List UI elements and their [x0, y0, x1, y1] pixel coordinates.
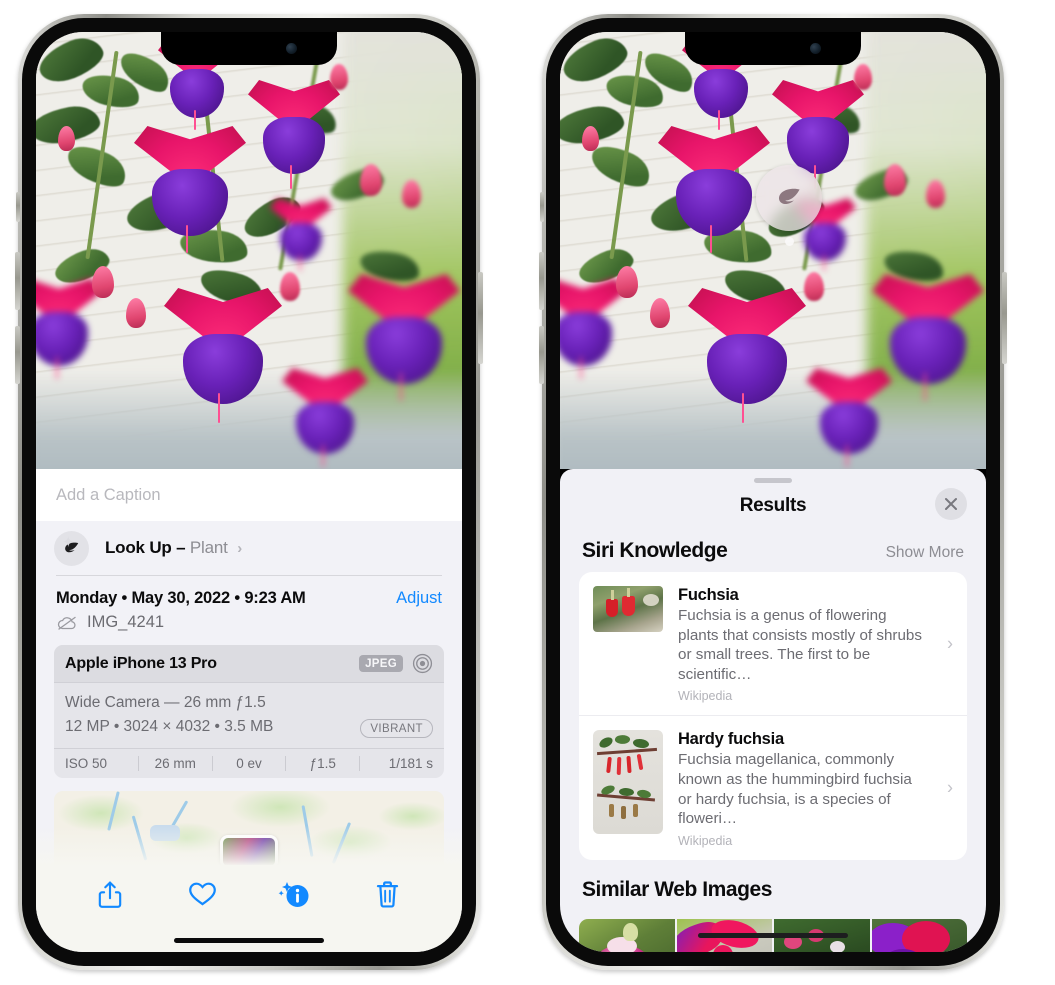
share-button[interactable]	[64, 880, 157, 910]
share-icon	[99, 881, 122, 908]
knowledge-card-text: Hardy fuchsia Fuchsia magellanica, commo…	[678, 730, 955, 847]
file-name: IMG_4241	[87, 613, 165, 631]
scroll-fade	[36, 826, 462, 866]
style-badge: VIBRANT	[360, 719, 433, 739]
similar-web-images-title: Similar Web Images	[582, 877, 772, 901]
leaf-icon	[778, 188, 800, 205]
phone-left-screen: Add a Caption ✦ ✦ Look Up – Plant › Mond…	[36, 32, 462, 952]
phone-right: Results Siri Knowledge Show More Fuchsia…	[539, 14, 1007, 970]
device-name: Apple iPhone 13 Pro	[65, 654, 217, 672]
chevron-right-icon: ›	[237, 540, 242, 557]
visual-look-up-anchor-dot	[785, 237, 794, 246]
look-up-dash: –	[176, 538, 186, 557]
adjust-button[interactable]: Adjust	[396, 589, 442, 608]
photo-info-sheet: Add a Caption ✦ ✦ Look Up – Plant › Mond…	[36, 469, 462, 952]
knowledge-desc: Fuchsia is a genus of flowering plants t…	[678, 607, 922, 683]
lens-line: Wide Camera — 26 mm ƒ1.5	[65, 694, 266, 711]
home-indicator[interactable]	[698, 933, 848, 938]
look-up-label: Look Up – Plant ›	[105, 538, 242, 558]
metadata-body: Wide Camera — 26 mm ƒ1.5 12 MP • 3024 × …	[54, 683, 444, 748]
look-up-row[interactable]: ✦ ✦ Look Up – Plant ›	[36, 521, 462, 575]
notch	[685, 32, 861, 65]
knowledge-card[interactable]: Fuchsia Fuchsia is a genus of flowering …	[579, 572, 967, 715]
delete-button[interactable]	[342, 880, 435, 909]
caption-input[interactable]: Add a Caption	[36, 469, 462, 521]
photo-date: Monday • May 30, 2022 • 9:23 AM	[56, 589, 306, 607]
knowledge-desc: Fuchsia magellanica, commonly known as t…	[678, 751, 912, 828]
format-badge: JPEG	[359, 655, 403, 672]
home-indicator[interactable]	[174, 938, 324, 943]
mute-switch[interactable]	[540, 192, 544, 222]
front-camera	[286, 43, 297, 54]
siri-knowledge-title: Siri Knowledge	[582, 539, 728, 562]
chevron-right-icon: ›	[947, 777, 953, 798]
exif-aperture: ƒ1.5	[309, 756, 336, 772]
exif-ev: 0 ev	[236, 756, 262, 772]
close-button[interactable]	[935, 488, 967, 520]
fuchsia-photo	[560, 32, 986, 469]
show-more-button[interactable]: Show More	[886, 544, 964, 562]
volume-down-button[interactable]	[539, 326, 544, 384]
favorite-button[interactable]	[157, 880, 250, 907]
knowledge-card-text: Fuchsia Fuchsia is a genus of flowering …	[678, 586, 955, 703]
fuchsia-photo	[36, 32, 462, 469]
purple-fuchsia-cluster-thumbnail[interactable]	[871, 918, 967, 952]
exif-iso: ISO 50	[65, 756, 108, 772]
knowledge-source: Wikipedia	[678, 689, 733, 704]
look-up-text: Look Up	[105, 538, 172, 557]
volume-up-button[interactable]	[15, 252, 20, 310]
knowledge-source: Wikipedia	[678, 833, 733, 848]
results-header: Results	[560, 483, 986, 529]
exif-row: ISO 50 26 mm 0 ev ƒ1.5 1/181 s	[54, 748, 444, 778]
chevron-right-icon: ›	[947, 633, 953, 654]
metadata-header: Apple iPhone 13 Pro JPEG	[54, 645, 444, 683]
photo-viewer[interactable]	[36, 32, 462, 469]
knowledge-card[interactable]: Hardy fuchsia Fuchsia magellanica, commo…	[579, 715, 967, 859]
leaf-icon: ✦ ✦	[54, 530, 89, 566]
screenshot-canvas: Add a Caption ✦ ✦ Look Up – Plant › Mond…	[0, 0, 1055, 985]
exif-shutter: 1/181 s	[388, 756, 433, 772]
photo-toolbar	[36, 866, 462, 952]
mute-switch[interactable]	[16, 192, 20, 222]
close-icon	[945, 498, 957, 510]
fuchsia-magellanica-specimen-thumbnail	[593, 730, 663, 835]
power-button[interactable]	[1002, 272, 1007, 364]
cloud-off-icon	[57, 616, 76, 630]
aperture-icon	[412, 653, 433, 674]
red-fuchsia-flowers-thumbnail	[593, 586, 663, 632]
visual-look-up-badge[interactable]	[756, 165, 822, 231]
exif-focal: 26 mm	[154, 756, 196, 772]
results-title: Results	[739, 495, 807, 516]
knowledge-title: Fuchsia	[678, 586, 739, 604]
trash-icon	[377, 881, 399, 908]
caption-placeholder: Add a Caption	[56, 485, 161, 504]
camera-metadata-card[interactable]: Apple iPhone 13 Pro JPEG Wide Camera — 2…	[54, 645, 444, 779]
date-row: Monday • May 30, 2022 • 9:23 AM Adjust	[36, 576, 462, 608]
look-up-subject: Plant	[189, 538, 228, 557]
pink-white-fuchsia-thumbnail[interactable]	[579, 918, 675, 952]
phone-left: Add a Caption ✦ ✦ Look Up – Plant › Mond…	[15, 14, 483, 970]
results-sheet: Results Siri Knowledge Show More Fuchsia…	[560, 469, 986, 952]
volume-down-button[interactable]	[15, 326, 20, 384]
file-row: IMG_4241	[36, 608, 462, 632]
info-sparkle-icon	[278, 882, 309, 907]
similar-web-images-header: Similar Web Images	[560, 860, 986, 911]
volume-up-button[interactable]	[539, 252, 544, 310]
sparkle-small-icon: ✦	[59, 545, 67, 556]
power-button[interactable]	[478, 272, 483, 364]
heart-icon	[189, 882, 217, 906]
siri-knowledge-header: Siri Knowledge Show More	[560, 529, 986, 572]
photo-viewer[interactable]	[560, 32, 986, 469]
knowledge-title: Hardy fuchsia	[678, 730, 784, 749]
phone-right-screen: Results Siri Knowledge Show More Fuchsia…	[560, 32, 986, 952]
front-camera	[810, 43, 821, 54]
notch	[161, 32, 337, 65]
info-button[interactable]	[249, 880, 342, 910]
siri-knowledge-cards: Fuchsia Fuchsia is a genus of flowering …	[579, 572, 967, 860]
